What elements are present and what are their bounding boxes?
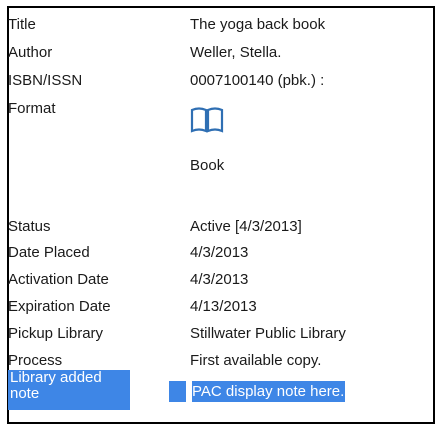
book-icon xyxy=(190,107,224,133)
title-value: The yoga back book xyxy=(190,16,326,33)
text-selection-highlight xyxy=(169,381,186,402)
isbn-label: ISBN/ISSN xyxy=(8,72,83,89)
format-label: Format xyxy=(8,100,56,117)
date-placed-value: 4/3/2013 xyxy=(190,244,249,261)
activation-date-value: 4/3/2013 xyxy=(190,271,249,288)
title-label: Title xyxy=(8,16,36,33)
author-value: Weller, Stella. xyxy=(190,44,282,61)
expiration-date-value: 4/13/2013 xyxy=(190,298,257,315)
status-label: Status xyxy=(8,218,51,235)
activation-date-label: Activation Date xyxy=(8,271,109,288)
library-note-label: Library added note xyxy=(8,370,130,410)
status-value: Active [4/3/2013] xyxy=(190,218,302,235)
process-value: First available copy. xyxy=(190,352,322,369)
process-label: Process xyxy=(8,352,63,369)
format-value: Book xyxy=(190,157,225,174)
pickup-library-label: Pickup Library xyxy=(8,325,104,342)
author-label: Author xyxy=(8,44,53,61)
isbn-value: 0007100140 (pbk.) : xyxy=(190,72,325,89)
date-placed-label: Date Placed xyxy=(8,244,90,261)
expiration-date-label: Expiration Date xyxy=(8,298,111,315)
library-note-value: PAC display note here. xyxy=(192,381,346,402)
pickup-library-value: Stillwater Public Library xyxy=(190,325,346,342)
